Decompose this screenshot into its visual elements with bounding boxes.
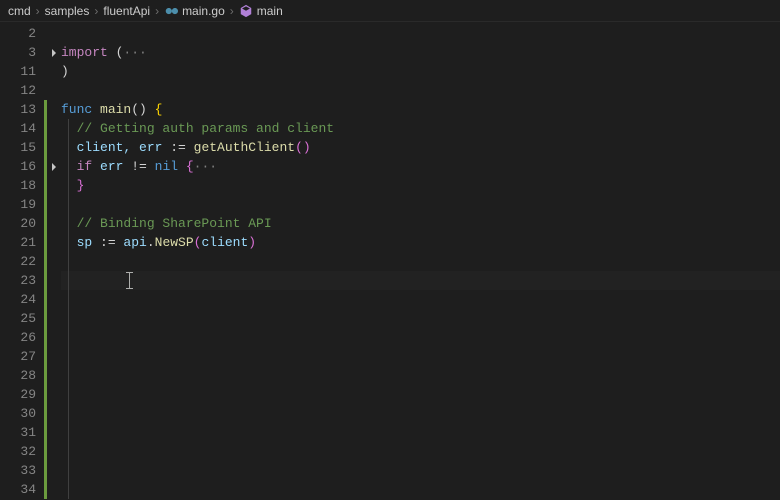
code-line [61,290,780,309]
fold-toggle[interactable] [47,43,61,62]
code-line [61,404,780,423]
line-number: 19 [0,195,40,214]
line-number: 23 [0,271,40,290]
line-number: 29 [0,385,40,404]
code-line [61,423,780,442]
chevron-right-icon: › [94,4,98,18]
code-line [61,366,780,385]
line-number: 26 [0,328,40,347]
code-line [61,328,780,347]
go-file-icon [164,4,178,18]
breadcrumb-file-label: main.go [182,4,225,18]
code-editor[interactable]: 2 3 11 12 13 14 15 16 18 19 20 21 22 23 … [0,22,780,500]
fold-toggle[interactable] [47,157,61,176]
symbol-method-icon [239,4,253,18]
line-number: 24 [0,290,40,309]
line-number: 34 [0,480,40,499]
breadcrumb-symbol-label: main [257,4,283,18]
line-number: 28 [0,366,40,385]
chevron-right-icon: › [36,4,40,18]
line-number: 30 [0,404,40,423]
code-line: import (··· [61,43,780,62]
code-line: // Getting auth params and client [61,119,780,138]
code-line [61,195,780,214]
line-number: 2 [0,24,40,43]
breadcrumb-item-fluentapi[interactable]: fluentApi [103,4,150,18]
fold-gutter [47,22,61,500]
line-number: 16 [0,157,40,176]
line-number: 27 [0,347,40,366]
breadcrumb-item-file[interactable]: main.go [164,4,225,18]
line-number: 15 [0,138,40,157]
chevron-right-icon: › [155,4,159,18]
breadcrumb-item-cmd[interactable]: cmd [8,4,31,18]
breadcrumb-item-samples[interactable]: samples [45,4,90,18]
text-cursor [129,272,130,289]
breadcrumb: cmd › samples › fluentApi › main.go › ma… [0,0,780,22]
line-number: 3 [0,43,40,62]
code-line [61,385,780,404]
line-number: 22 [0,252,40,271]
code-line [61,480,780,499]
code-line: if err != nil {··· [61,157,780,176]
code-line [61,309,780,328]
code-line [61,252,780,271]
code-line: sp := api.NewSP(client) [61,233,780,252]
code-line: // Binding SharePoint API [61,214,780,233]
code-line-active [61,271,780,290]
code-line: func main() { [61,100,780,119]
line-number: 14 [0,119,40,138]
code-line: } [61,176,780,195]
code-line: ) [61,62,780,81]
breadcrumb-item-symbol[interactable]: main [239,4,283,18]
line-number: 13 [0,100,40,119]
line-number: 31 [0,423,40,442]
line-number: 11 [0,62,40,81]
line-number: 18 [0,176,40,195]
line-number: 32 [0,442,40,461]
code-line [61,81,780,100]
line-number-gutter: 2 3 11 12 13 14 15 16 18 19 20 21 22 23 … [0,22,44,500]
line-number: 12 [0,81,40,100]
line-number: 25 [0,309,40,328]
code-line [61,24,780,43]
line-number: 33 [0,461,40,480]
code-line [61,442,780,461]
chevron-right-icon: › [230,4,234,18]
code-line [61,461,780,480]
code-area[interactable]: import (··· ) func main() { // Getting a… [61,22,780,500]
line-number: 21 [0,233,40,252]
code-line: client, err := getAuthClient() [61,138,780,157]
line-number: 20 [0,214,40,233]
code-line [61,347,780,366]
